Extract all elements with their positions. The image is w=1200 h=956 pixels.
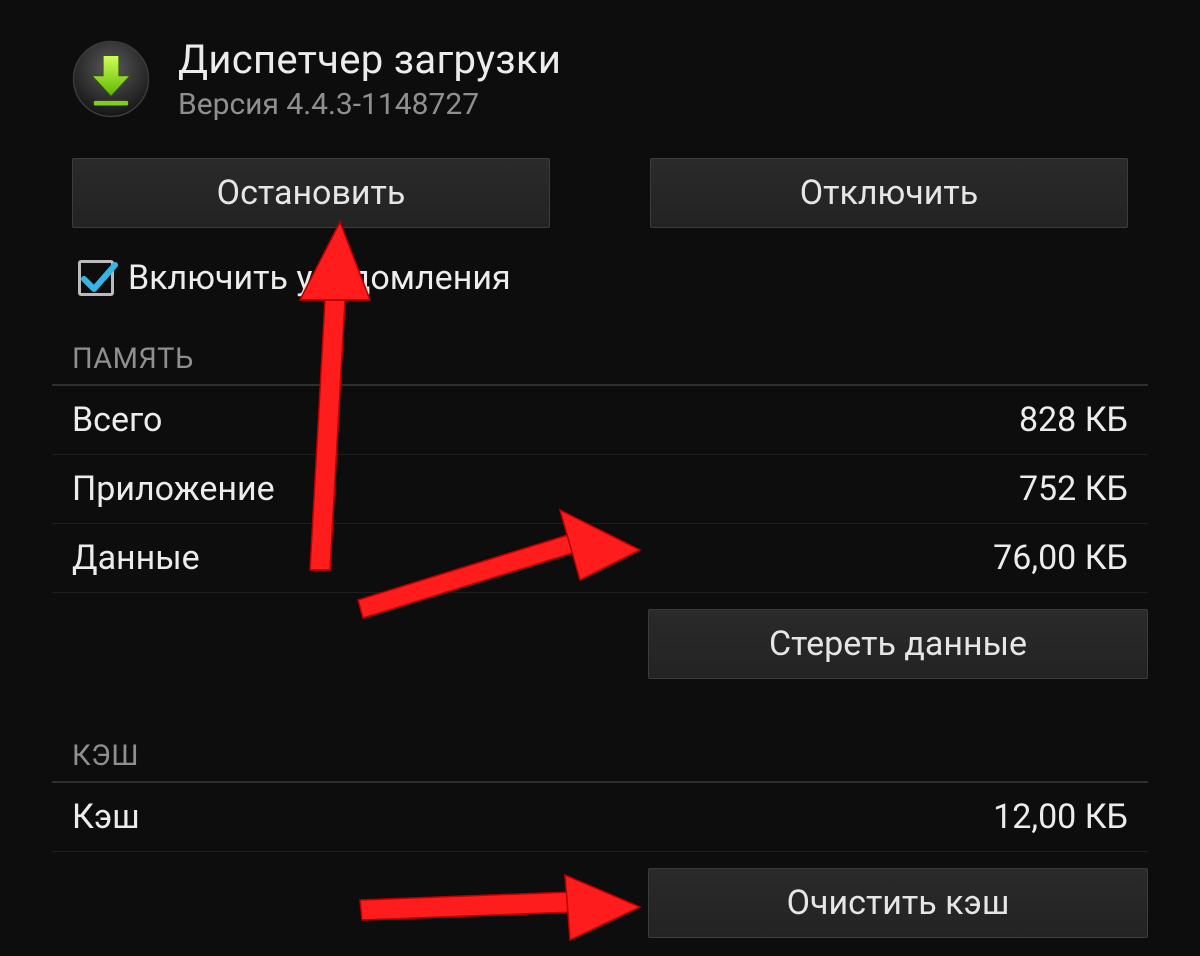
notifications-checkbox-label: Включить уведомления: [128, 258, 511, 298]
row-label: Кэш: [72, 797, 140, 837]
disable-button[interactable]: Отключить: [650, 158, 1128, 228]
stop-button[interactable]: Остановить: [72, 158, 550, 228]
storage-row-data: Данные 76,00 КБ: [52, 524, 1148, 593]
storage-section-header: ПАМЯТЬ: [52, 342, 1148, 386]
app-title: Диспетчер загрузки: [178, 36, 561, 83]
row-value: 12,00 КБ: [993, 797, 1128, 837]
cache-row: Кэш 12,00 КБ: [52, 783, 1148, 852]
storage-row-app: Приложение 752 КБ: [52, 455, 1148, 524]
row-label: Приложение: [72, 469, 275, 509]
row-label: Данные: [72, 538, 200, 578]
row-value: 752 КБ: [1019, 469, 1128, 509]
row-label: Всего: [72, 400, 162, 440]
row-value: 828 КБ: [1019, 400, 1128, 440]
notifications-checkbox-row[interactable]: Включить уведомления: [0, 228, 1200, 298]
checkbox-icon: [78, 260, 114, 296]
storage-section: ПАМЯТЬ Всего 828 КБ Приложение 752 КБ Да…: [0, 342, 1200, 679]
clear-cache-button[interactable]: Очистить кэш: [648, 868, 1148, 938]
app-header: Диспетчер загрузки Версия 4.4.3-1148727: [0, 0, 1200, 122]
cache-section-header: КЭШ: [52, 739, 1148, 783]
cache-section: КЭШ Кэш 12,00 КБ Очистить кэш: [0, 739, 1200, 938]
app-version: Версия 4.4.3-1148727: [178, 87, 561, 122]
download-manager-app-icon: [72, 40, 150, 118]
row-value: 76,00 КБ: [993, 538, 1128, 578]
clear-data-button[interactable]: Стереть данные: [648, 609, 1148, 679]
storage-row-total: Всего 828 КБ: [52, 386, 1148, 455]
